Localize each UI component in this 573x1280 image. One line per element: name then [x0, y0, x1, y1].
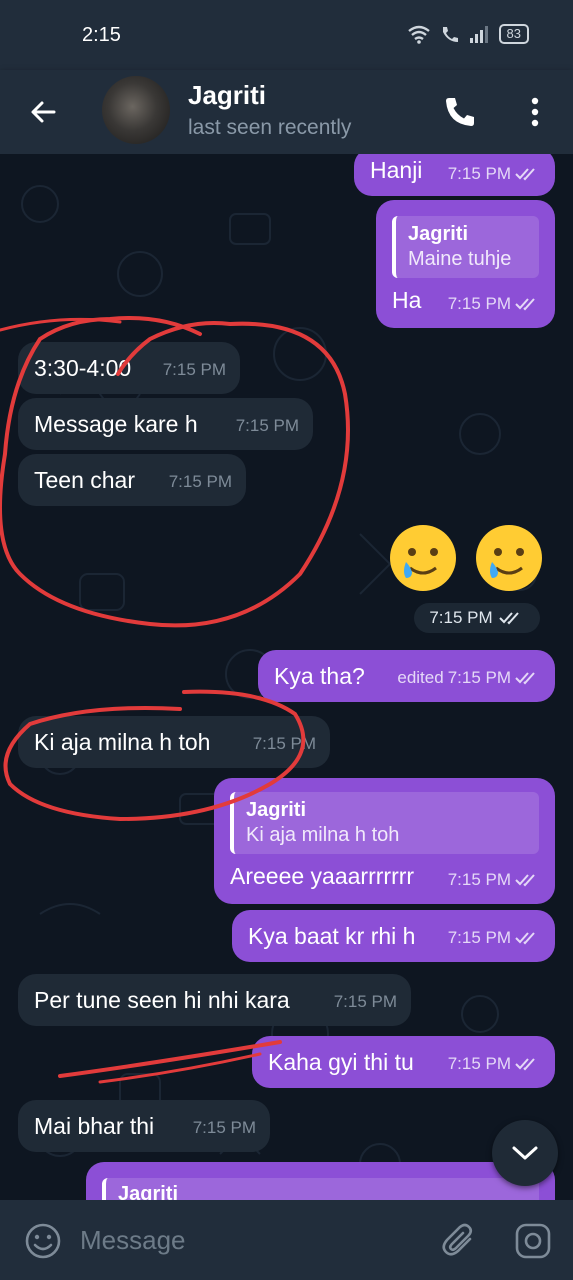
double-check-icon — [515, 1058, 535, 1071]
message-input[interactable] — [80, 1220, 420, 1260]
message-meta: 7:15 PM — [169, 468, 232, 496]
quote-text: Ki aja milna h toh — [246, 824, 400, 846]
message-bubble-incoming[interactable]: 3:30-4:00 7:15 PM — [18, 342, 240, 394]
message-bubble-incoming[interactable]: Message kare h 7:15 PM — [18, 398, 313, 450]
message-bubble-outgoing[interactable]: Hanji 7:15 PM — [354, 154, 555, 196]
message-bubble-outgoing[interactable]: Jagriti — [86, 1162, 555, 1200]
signal-icon — [469, 26, 488, 43]
quote-author: Jagriti — [408, 223, 469, 245]
contact-name[interactable]: Jagriti — [188, 80, 266, 111]
message-text: Teen char — [34, 467, 136, 493]
message-text: Hanji — [370, 157, 423, 183]
message-bubble-outgoing[interactable]: Jagriti Ki aja milna h toh Areeee yaaarr… — [214, 778, 555, 904]
double-check-icon — [515, 298, 535, 311]
message-bubble-incoming[interactable]: Mai bhar thi 7:15 PM — [18, 1100, 270, 1152]
message-bubble-outgoing[interactable]: Kya baat kr rhi h 7:15 PM — [232, 910, 555, 962]
message-text: Areeee yaaarrrrrrr — [230, 863, 415, 889]
emoji-button[interactable] — [24, 1222, 62, 1260]
message-text: Per tune seen hi nhi kara — [34, 987, 290, 1013]
message-time: 7:15 PM — [252, 734, 316, 753]
message-bubble-incoming[interactable]: Ki aja milna h toh 7:15 PM — [18, 716, 330, 768]
message-meta: edited 7:15 PM — [397, 664, 541, 692]
message-time: 7:15 PM — [447, 870, 511, 889]
emoji-message[interactable] — [386, 522, 546, 596]
chevron-down-icon — [512, 1146, 538, 1160]
message-time: 7:15 PM — [168, 472, 232, 491]
message-time: 7:15 PM — [162, 360, 226, 379]
edited-label: edited — [397, 668, 444, 687]
double-check-icon — [515, 874, 535, 887]
message-text: Ha — [392, 287, 422, 313]
message-input-bar — [0, 1200, 573, 1280]
message-meta: 7:15 PM — [448, 160, 541, 188]
quote-author: Jagriti — [118, 1183, 179, 1200]
battery-indicator: 83 — [498, 24, 529, 44]
message-text: 3:30-4:00 — [34, 355, 132, 381]
message-bubble-incoming[interactable]: Teen char 7:15 PM — [18, 454, 246, 506]
message-time: 7:15 PM — [333, 992, 397, 1011]
back-arrow-icon — [31, 101, 56, 123]
message-time: 7:15 PM — [447, 668, 511, 687]
message-time: 7:15 PM — [429, 608, 493, 627]
status-bar: 2:15 83 — [0, 0, 573, 70]
message-meta: 7:15 PM — [334, 988, 397, 1016]
wifi-icon — [407, 25, 430, 44]
reply-quote[interactable]: Jagriti — [102, 1178, 539, 1200]
double-check-icon — [515, 168, 535, 181]
quote-author: Jagriti — [246, 799, 307, 821]
message-text: Kya tha? — [274, 663, 365, 689]
more-vertical-icon — [531, 97, 539, 127]
chat-area[interactable]: Hanji 7:15 PM Jagriti Maine tuhje Ha 7:1… — [0, 154, 573, 1200]
call-button[interactable] — [440, 92, 480, 132]
message-bubble-outgoing[interactable]: Kaha gyi thi tu 7:15 PM — [252, 1036, 555, 1088]
message-meta: 7:15 PM — [193, 1114, 256, 1142]
phone-icon — [446, 98, 474, 126]
contact-status: last seen recently — [188, 116, 352, 139]
back-button[interactable] — [24, 92, 64, 132]
message-bubble-incoming[interactable]: Per tune seen hi nhi kara 7:15 PM — [18, 974, 411, 1026]
double-check-icon — [515, 932, 535, 945]
message-text: Mai bhar thi — [34, 1113, 155, 1139]
paperclip-icon — [442, 1223, 473, 1256]
message-time: 7:15 PM — [235, 416, 299, 435]
quote-text: Maine tuhje — [408, 248, 512, 270]
camera-button[interactable] — [514, 1222, 552, 1260]
message-bubble-outgoing[interactable]: Jagriti Maine tuhje Ha 7:15 PM — [376, 200, 555, 328]
scroll-down-button[interactable] — [492, 1120, 558, 1186]
message-meta: 7:15 PM — [448, 290, 541, 318]
more-options-button[interactable] — [520, 92, 550, 132]
message-text: Message kare h — [34, 411, 198, 437]
message-text: Ki aja milna h toh — [34, 729, 211, 755]
message-meta: 7:15 PM — [448, 866, 541, 894]
message-text: Kya baat kr rhi h — [248, 923, 416, 949]
double-check-icon — [515, 672, 535, 685]
status-icons: 83 — [407, 24, 529, 44]
status-time: 2:15 — [82, 24, 121, 46]
attach-button[interactable] — [440, 1222, 478, 1260]
emoji-smiling-tear — [390, 525, 542, 591]
message-meta: 7:15 PM — [448, 924, 541, 952]
message-time: 7:15 PM — [447, 1054, 511, 1073]
smiley-icon — [25, 1223, 61, 1259]
message-time: 7:15 PM — [447, 164, 511, 183]
emoji-message-meta: 7:15 PM — [414, 603, 540, 633]
message-meta: 7:15 PM — [163, 356, 226, 384]
chat-header: Jagriti last seen recently — [0, 70, 573, 154]
message-time: 7:15 PM — [447, 294, 511, 313]
reply-quote[interactable]: Jagriti Ki aja milna h toh — [230, 792, 539, 854]
message-time: 7:15 PM — [192, 1118, 256, 1137]
message-text: Kaha gyi thi tu — [268, 1049, 414, 1075]
double-check-icon — [498, 612, 519, 625]
camera-icon — [515, 1223, 551, 1259]
message-bubble-outgoing[interactable]: Kya tha? edited 7:15 PM — [258, 650, 555, 702]
message-time: 7:15 PM — [447, 928, 511, 947]
wifi-calling-icon — [442, 27, 458, 42]
message-meta: 7:15 PM — [448, 1050, 541, 1078]
avatar[interactable] — [102, 76, 170, 144]
message-meta: 7:15 PM — [253, 730, 316, 758]
reply-quote[interactable]: Jagriti Maine tuhje — [392, 216, 539, 278]
message-meta: 7:15 PM — [236, 412, 299, 440]
